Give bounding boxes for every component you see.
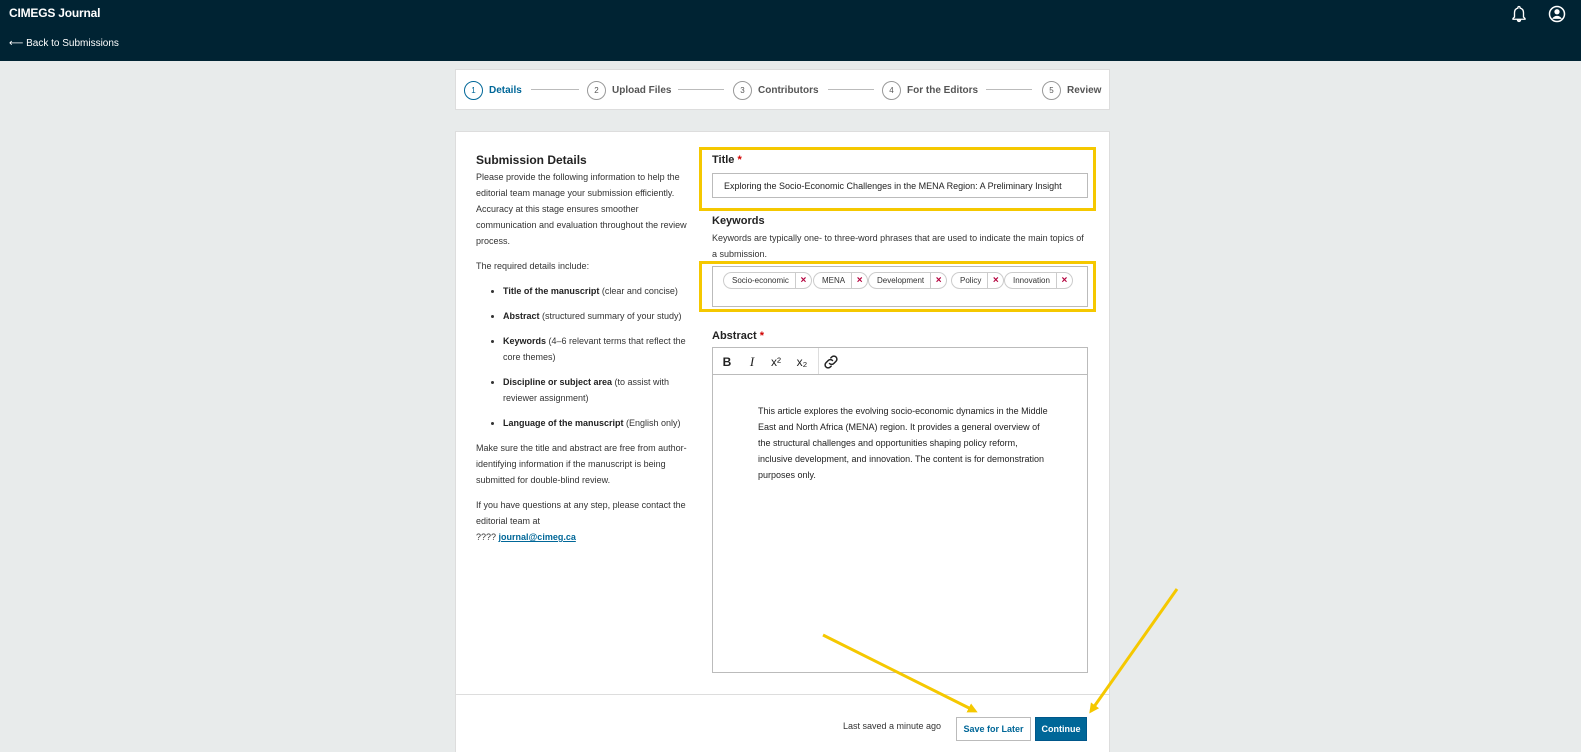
- step-connector: [828, 89, 874, 90]
- app-title[interactable]: CIMEGS Journal: [9, 6, 100, 20]
- step-number: 5: [1042, 80, 1061, 100]
- footer-divider: [455, 694, 1110, 695]
- step-details[interactable]: 1 Details: [464, 80, 522, 100]
- subscript-button[interactable]: x₂: [793, 353, 811, 371]
- bell-icon[interactable]: [1510, 5, 1528, 23]
- step-label: For the Editors: [907, 84, 979, 96]
- back-to-submissions-link[interactable]: ⟵ Back to Submissions: [9, 38, 119, 49]
- continue-button[interactable]: Continue: [1035, 717, 1087, 741]
- step-review[interactable]: 5 Review: [1042, 80, 1101, 100]
- step-number: 4: [882, 80, 901, 100]
- toolbar-divider: [818, 348, 819, 374]
- editor-toolbar: B I x² x₂: [713, 348, 1087, 375]
- last-saved-status: Last saved a minute ago: [843, 721, 942, 731]
- abstract-editor[interactable]: B I x² x₂ This article explores the evol…: [712, 347, 1088, 673]
- step-label: Details: [489, 84, 522, 96]
- step-connector: [531, 89, 579, 90]
- step-label: Review: [1067, 84, 1102, 96]
- list-item: Abstract (structured summary of your stu…: [503, 308, 691, 324]
- guide-contact: If you have questions at any step, pleas…: [476, 500, 686, 542]
- guide-heading: Submission Details: [476, 153, 587, 167]
- step-label: Contributors: [758, 84, 819, 96]
- step-connector: [986, 89, 1032, 90]
- step-number: 3: [733, 80, 752, 100]
- submission-guide: Submission Details Please provide the fo…: [476, 152, 691, 554]
- list-item: Keywords (4–6 relevant terms that reflec…: [503, 333, 691, 365]
- title-highlight-box: [699, 147, 1096, 211]
- step-for-the-editors[interactable]: 4 For the Editors: [882, 80, 978, 100]
- abstract-text[interactable]: This article explores the evolving socio…: [758, 403, 1053, 483]
- italic-button[interactable]: I: [743, 353, 761, 371]
- bold-button[interactable]: B: [718, 353, 736, 371]
- abstract-label: Abstract *: [712, 330, 764, 342]
- list-item: Title of the manuscript (clear and conci…: [503, 283, 691, 299]
- keywords-label: Keywords: [712, 215, 765, 227]
- step-connector: [678, 89, 724, 90]
- top-bar: CIMEGS Journal ⟵ Back to Submissions: [0, 0, 1581, 61]
- list-item: Discipline or subject area (to assist wi…: [503, 374, 691, 406]
- guide-intro: Please provide the following information…: [476, 172, 687, 246]
- keywords-help: Keywords are typically one- to three-wor…: [712, 233, 1084, 259]
- guide-blind-note: Make sure the title and abstract are fre…: [476, 443, 687, 485]
- required-details-list: Title of the manuscript (clear and conci…: [503, 283, 691, 431]
- step-contributors[interactable]: 3 Contributors: [733, 80, 819, 100]
- contact-email-link[interactable]: journal@cimeg.ca: [499, 532, 576, 542]
- step-label: Upload Files: [612, 84, 672, 96]
- link-icon[interactable]: [822, 353, 840, 371]
- keywords-highlight-box: [699, 261, 1096, 312]
- save-for-later-button[interactable]: Save for Later: [956, 717, 1031, 741]
- superscript-button[interactable]: x²: [767, 353, 785, 371]
- step-number: 1: [464, 80, 483, 100]
- step-number: 2: [587, 80, 606, 100]
- guide-required-intro: The required details include:: [476, 261, 590, 271]
- step-upload-files[interactable]: 2 Upload Files: [587, 80, 671, 100]
- submission-steps: 1 Details 2 Upload Files 3 Contributors …: [455, 69, 1110, 110]
- user-icon[interactable]: [1548, 5, 1566, 23]
- list-item: Language of the manuscript (English only…: [503, 415, 691, 431]
